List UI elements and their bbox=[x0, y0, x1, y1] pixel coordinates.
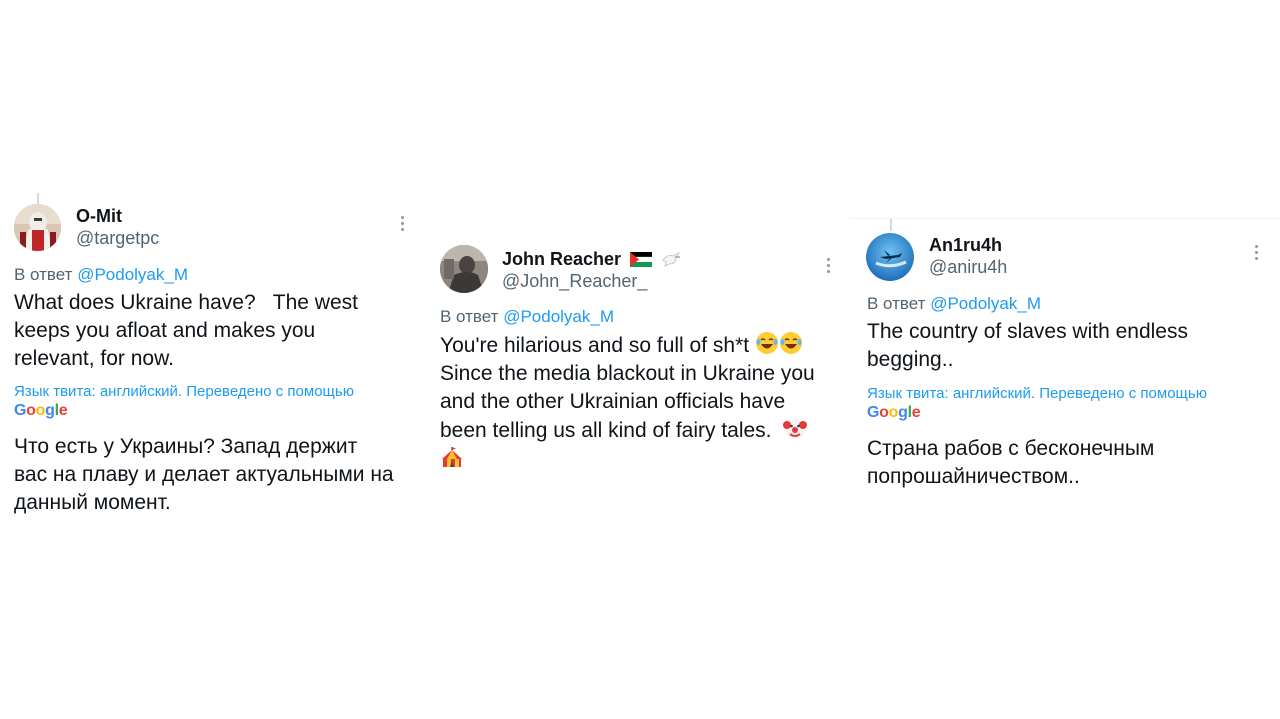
translated-text-line: Что есть у Украины? Запад держит bbox=[14, 435, 358, 458]
translated-text-line: данный момент. bbox=[14, 491, 171, 514]
google-logo: Google bbox=[14, 402, 68, 419]
tweet-card-an1ru4h[interactable]: An1ru4h @aniru4h В ответ @Podolyak_M The… bbox=[850, 0, 1280, 719]
reply-mention-link[interactable]: @Podolyak_M bbox=[77, 265, 188, 284]
more-options-icon[interactable] bbox=[1255, 245, 1259, 263]
tweet-text-line: The country of slaves with endless bbox=[867, 320, 1188, 343]
tweet-text-line: been telling us all kind of fairy tales. bbox=[440, 419, 772, 442]
display-name-row: John Reacher bbox=[502, 249, 681, 270]
laughing-emoji-icon bbox=[779, 332, 802, 354]
avatar-image bbox=[14, 204, 61, 251]
reply-prefix: В ответ bbox=[14, 265, 73, 284]
reply-prefix: В ответ bbox=[440, 307, 499, 326]
thread-line bbox=[890, 219, 892, 231]
avatar[interactable] bbox=[866, 233, 914, 281]
user-handle[interactable]: @aniru4h bbox=[929, 257, 1007, 278]
more-options-icon[interactable] bbox=[827, 258, 831, 276]
tweet-text: What does Ukraine have? The west keeps y… bbox=[14, 289, 414, 373]
user-handle[interactable]: @targetpc bbox=[76, 228, 159, 249]
circus-tent-emoji-icon bbox=[442, 447, 462, 467]
dove-icon bbox=[662, 252, 681, 267]
reply-context: В ответ @Podolyak_M bbox=[867, 294, 1041, 314]
tweet-text-line: relevant, for now. bbox=[14, 347, 174, 370]
reply-mention-link[interactable]: @Podolyak_M bbox=[930, 294, 1041, 313]
reply-mention-link[interactable]: @Podolyak_M bbox=[503, 307, 614, 326]
translated-text-line: Страна рабов с бесконечным bbox=[867, 437, 1155, 460]
tweet-text-line: Since the media blackout in Ukraine you bbox=[440, 362, 815, 385]
translation-note-link[interactable]: Язык твита: английский. Переведено с пом… bbox=[867, 385, 1207, 402]
palestine-flag-icon bbox=[630, 252, 653, 267]
tweet-text-line: begging.. bbox=[867, 348, 954, 371]
tweet-text-line: keeps you afloat and makes you bbox=[14, 319, 316, 342]
user-handle[interactable]: @John_Reacher_ bbox=[502, 271, 647, 292]
more-options-icon[interactable] bbox=[401, 216, 405, 234]
translated-text: Что есть у Украины? Запад держит вас на … bbox=[14, 433, 414, 517]
reply-context: В ответ @Podolyak_M bbox=[14, 265, 188, 285]
tweet-text-line: and the other Ukrainian officials have bbox=[440, 390, 786, 413]
tweet-text-line: What does Ukraine have? The west bbox=[14, 291, 358, 314]
tweet-text: The country of slaves with endless beggi… bbox=[867, 318, 1272, 374]
translation-note-link[interactable]: Язык твита: английский. Переведено с пом… bbox=[14, 383, 354, 400]
avatar[interactable] bbox=[14, 204, 61, 251]
tweet-text-line-emoji bbox=[440, 445, 850, 474]
tweet-text-line-with-emoji: You're hilarious and so full of sh*t bbox=[440, 331, 850, 360]
tweet-card-john-reacher[interactable]: John Reacher @John_Reacher_ В ответ @Pod… bbox=[420, 0, 850, 719]
translated-text: Страна рабов с бесконечным попрошайничес… bbox=[867, 435, 1272, 491]
reply-prefix: В ответ bbox=[867, 294, 926, 313]
reply-context: В ответ @Podolyak_M bbox=[440, 307, 614, 327]
display-name[interactable]: An1ru4h bbox=[929, 235, 1002, 256]
tweet-text-line: You're hilarious and so full of sh*t bbox=[440, 334, 750, 357]
avatar[interactable] bbox=[440, 245, 488, 293]
google-logo: Google bbox=[867, 404, 921, 421]
tweet-text-line-with-emoji: been telling us all kind of fairy tales. bbox=[440, 416, 850, 445]
screenshot-collage: O-Mit @targetpc В ответ @Podolyak_M What… bbox=[0, 0, 1280, 719]
translated-text-line: вас на плаву и делает актуальными на bbox=[14, 463, 394, 486]
display-name[interactable]: John Reacher bbox=[502, 249, 621, 269]
laughing-emoji-icon bbox=[755, 332, 778, 354]
display-name[interactable]: O-Mit bbox=[76, 206, 122, 227]
translated-text-line: попрошайничеством.. bbox=[867, 465, 1080, 488]
avatar-image bbox=[440, 245, 488, 293]
divider bbox=[850, 218, 1280, 219]
tweet-card-omit[interactable]: O-Mit @targetpc В ответ @Podolyak_M What… bbox=[0, 0, 420, 719]
clown-emoji-icon bbox=[783, 419, 808, 439]
tweet-text: You're hilarious and so full of sh*t Sin… bbox=[440, 331, 850, 474]
avatar-image bbox=[866, 233, 914, 281]
